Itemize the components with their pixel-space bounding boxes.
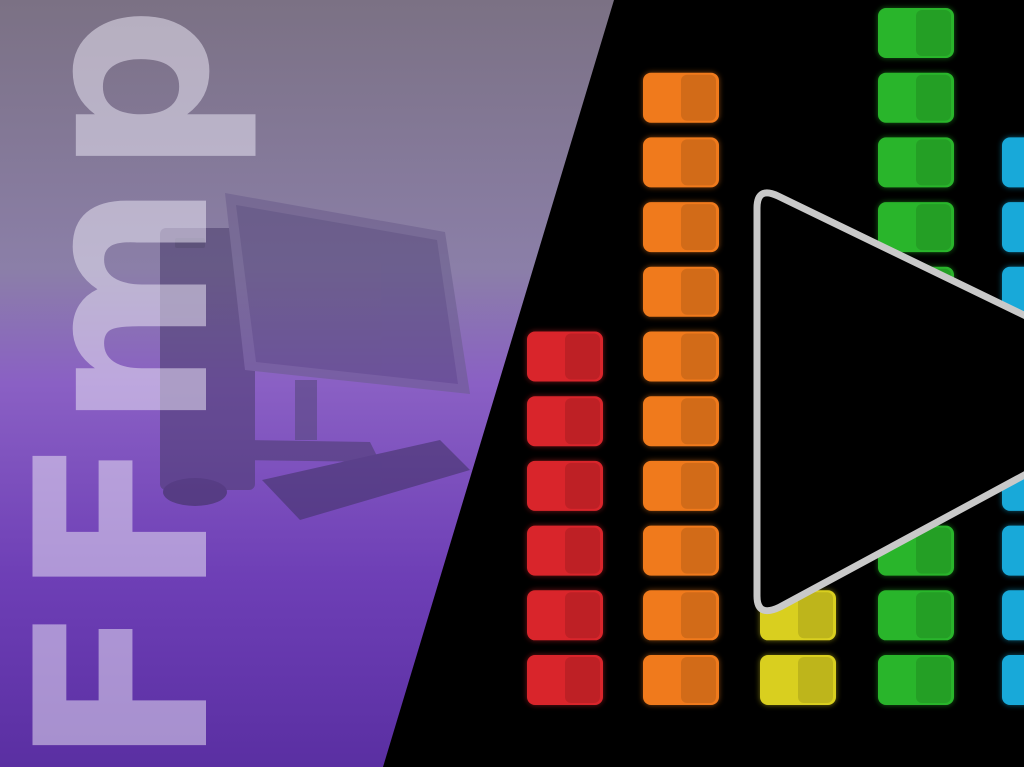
equalizer-segment-shade: [798, 657, 833, 703]
equalizer-column-red: [527, 331, 603, 705]
play-icon: [753, 189, 1024, 615]
equalizer-segment-shade: [681, 74, 716, 121]
equalizer-segment-shade: [681, 333, 716, 380]
equalizer-segment-shade: [681, 527, 716, 574]
equalizer-segment-shade: [565, 657, 600, 703]
equalizer-segment-shade: [916, 139, 951, 186]
ffmpeg-thumbnail: FFmpeg: [0, 0, 1024, 767]
equalizer-column-orange: [643, 72, 719, 705]
equalizer-segment-shade: [916, 10, 951, 56]
equalizer-segment-shade: [681, 592, 716, 639]
equalizer-segment-shade: [565, 398, 600, 445]
equalizer-segment: [1002, 590, 1024, 641]
equalizer-segment-shade: [681, 139, 716, 186]
equalizer-segment: [1002, 525, 1024, 576]
equalizer-segment-shade: [681, 657, 716, 703]
equalizer-segment-shade: [916, 74, 951, 121]
equalizer-segment-shade: [565, 462, 600, 509]
equalizer-segment-shade: [916, 592, 951, 639]
equalizer-segment-shade: [681, 268, 716, 315]
desktop-computer-icon: [160, 193, 470, 520]
artwork: [0, 0, 1024, 767]
equalizer-segment-shade: [681, 398, 716, 445]
equalizer-segment: [1002, 655, 1024, 705]
equalizer-segment-shade: [916, 657, 951, 703]
equalizer-segment-shade: [681, 462, 716, 509]
equalizer-segment-shade: [565, 333, 600, 380]
equalizer-segment-shade: [565, 592, 600, 639]
equalizer-segment: [1002, 137, 1024, 188]
equalizer-segment: [1002, 202, 1024, 253]
equalizer-segment-shade: [798, 592, 833, 639]
equalizer-segment-shade: [565, 527, 600, 574]
equalizer-segment-shade: [681, 204, 716, 251]
equalizer-segment-shade: [916, 204, 951, 251]
